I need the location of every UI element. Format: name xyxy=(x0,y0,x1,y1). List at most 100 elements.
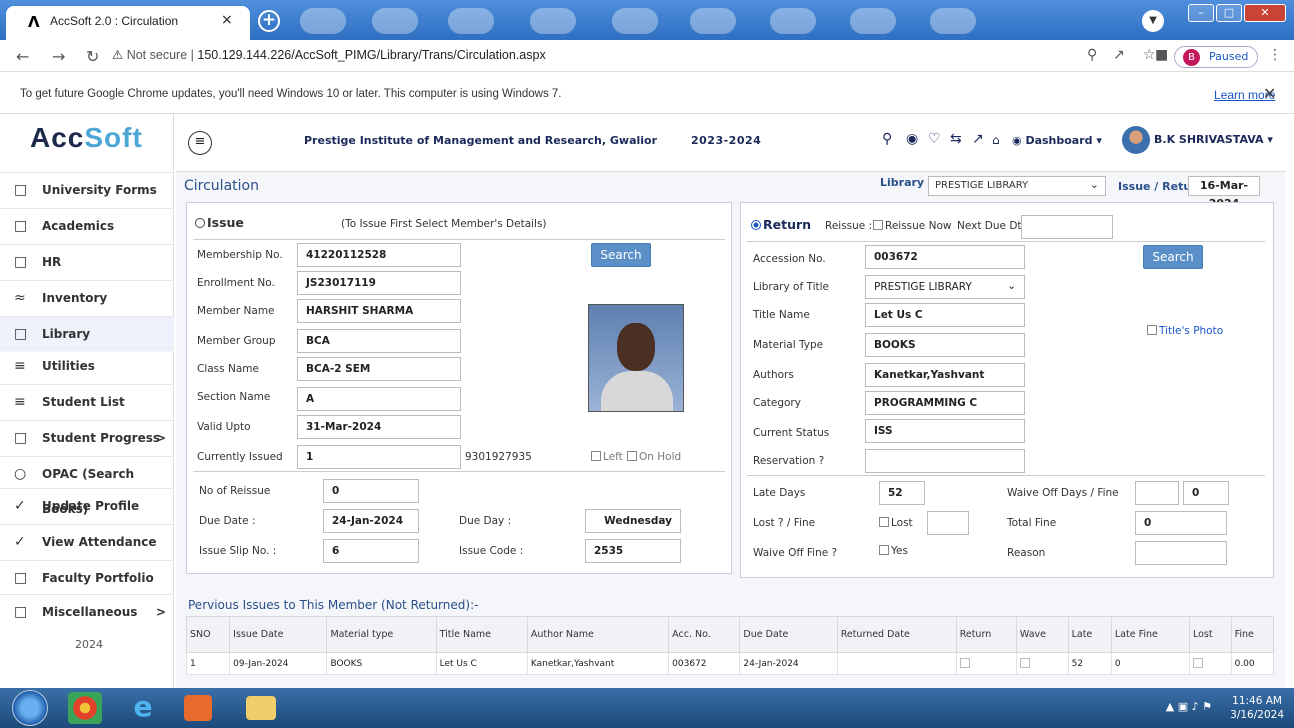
enrollment-no-field[interactable]: JS23017119 xyxy=(297,271,461,295)
title-name-field[interactable]: Let Us C xyxy=(865,303,1025,327)
member-group-field[interactable]: BCA xyxy=(297,329,461,353)
sidebar-item-view-attendance[interactable]: ✓ View Attendance xyxy=(0,524,174,560)
blurred-tab[interactable] xyxy=(372,8,418,34)
outlook-icon[interactable] xyxy=(184,695,212,721)
issue-radio[interactable]: Issue xyxy=(195,215,244,230)
class-name-field[interactable]: BCA-2 SEM xyxy=(297,357,461,381)
new-tab-button[interactable]: + xyxy=(258,10,280,32)
close-tab-icon[interactable]: × xyxy=(221,12,233,28)
minimize-icon[interactable]: – xyxy=(1188,4,1214,22)
issue-code-field[interactable]: 2535 xyxy=(585,539,681,563)
category-field[interactable]: PROGRAMMING C xyxy=(865,391,1025,415)
internet-explorer-icon[interactable]: e xyxy=(126,692,160,724)
blurred-tab[interactable] xyxy=(930,8,976,34)
member-name-field[interactable]: HARSHIT SHARMA xyxy=(297,299,461,323)
back-arrow-icon[interactable]: ← xyxy=(16,47,29,66)
membership-no-field[interactable]: 41220112528 xyxy=(297,243,461,267)
late-days-field[interactable]: 52 xyxy=(879,481,925,505)
sidepanel-icon[interactable]: ■ xyxy=(1155,47,1168,63)
sidebar-item-inventory[interactable]: ≈ Inventory xyxy=(0,280,174,316)
blurred-tab[interactable] xyxy=(300,8,346,34)
zoom-icon[interactable]: ⚲ xyxy=(1087,47,1097,63)
sidebar-item-library[interactable]: □ Library xyxy=(0,316,174,352)
search-icon[interactable]: ⚲ xyxy=(882,131,892,147)
start-button-icon[interactable] xyxy=(12,690,48,726)
close-window-icon[interactable]: ✕ xyxy=(1244,4,1286,22)
maximize-icon[interactable]: □ xyxy=(1216,4,1242,22)
external-link-icon[interactable]: ↗ xyxy=(972,131,984,147)
row-checkbox[interactable] xyxy=(959,657,970,668)
sidebar-item-update-profile[interactable]: ✓ Update Profile xyxy=(0,488,174,524)
lost-fine-field[interactable] xyxy=(927,511,969,535)
reason-field[interactable] xyxy=(1135,541,1227,565)
waive-yes-checkbox[interactable]: Yes xyxy=(879,545,908,557)
total-fine-field[interactable]: 0 xyxy=(1135,511,1227,535)
return-radio[interactable]: Return xyxy=(751,217,811,232)
sidebar-item-student-progress[interactable]: □ Student Progress > xyxy=(0,420,174,456)
valid-upto-field[interactable]: 31-Mar-2024 xyxy=(297,415,461,439)
share-icon[interactable]: ↗ xyxy=(1113,47,1125,63)
sidebar-item-hr[interactable]: □ HR xyxy=(0,244,174,280)
hamburger-menu-icon[interactable]: ≡ xyxy=(188,131,212,155)
support-icon[interactable]: ◉ xyxy=(906,131,918,147)
material-type-field[interactable]: BOOKS xyxy=(865,333,1025,357)
chrome-taskbar-icon[interactable] xyxy=(68,692,102,724)
browser-tab[interactable]: Λ AccSoft 2.0 : Circulation × xyxy=(6,6,250,40)
reload-icon[interactable]: ↻ xyxy=(86,47,99,66)
waive-off-days-field[interactable] xyxy=(1135,481,1179,505)
no-of-reissue-field[interactable]: 0 xyxy=(323,479,419,503)
current-status-field[interactable]: ISS xyxy=(865,419,1025,443)
issue-return-date-field[interactable]: 16-Mar-2024 xyxy=(1188,176,1260,210)
bookmark-star-icon[interactable]: ☆ xyxy=(1143,47,1156,63)
user-menu[interactable]: B.K SHRIVASTAVA ▾ xyxy=(1122,126,1273,154)
tab-search-chevron-icon[interactable]: ▼ xyxy=(1142,10,1164,32)
accession-no-field[interactable]: 003672 xyxy=(865,245,1025,269)
shuffle-icon[interactable]: ⇆ xyxy=(950,131,962,147)
sidebar-item-university-forms[interactable]: □ University Forms xyxy=(0,172,174,208)
left-checkbox[interactable]: Left xyxy=(591,451,623,463)
reservation-field[interactable] xyxy=(865,449,1025,473)
library-of-title-select[interactable]: PRESTIGE LIBRARY ⌄ xyxy=(865,275,1025,299)
valid-upto-label: Valid Upto xyxy=(197,421,251,433)
row-checkbox[interactable] xyxy=(1019,657,1030,668)
blurred-tab[interactable] xyxy=(690,8,736,34)
issue-search-button[interactable]: Search xyxy=(591,243,651,267)
sidebar-item-utilities[interactable]: ≡ Utilities xyxy=(0,348,174,384)
forward-arrow-icon[interactable]: → xyxy=(52,47,65,66)
blurred-tab[interactable] xyxy=(770,8,816,34)
due-day-field[interactable]: Wednesday xyxy=(585,509,681,533)
blurred-tab[interactable] xyxy=(448,8,494,34)
bell-icon[interactable]: ♡ xyxy=(928,131,941,147)
authors-field[interactable]: Kanetkar,Yashvant xyxy=(865,363,1025,387)
issue-slip-field[interactable]: 6 xyxy=(323,539,419,563)
taskbar-clock[interactable]: 11:46 AM 3/16/2024 xyxy=(1230,694,1284,722)
currently-issued-field[interactable]: 1 xyxy=(297,445,461,469)
sidebar-item-student-list[interactable]: ≡ Student List xyxy=(0,384,174,420)
sidebar-item-academics[interactable]: □ Academics xyxy=(0,208,174,244)
library-select[interactable]: PRESTIGE LIBRARY ⌄ xyxy=(928,176,1106,196)
due-date-field[interactable]: 24-Jan-2024 xyxy=(323,509,419,533)
sidebar-item-miscellaneous[interactable]: □ Miscellaneous > xyxy=(0,594,174,630)
kebab-menu-icon[interactable]: ⋮ xyxy=(1268,47,1282,63)
blurred-tab[interactable] xyxy=(612,8,658,34)
section-name-field[interactable]: A xyxy=(297,387,461,411)
blurred-tab[interactable] xyxy=(850,8,896,34)
row-checkbox[interactable] xyxy=(1192,657,1203,668)
accsoft-brand-logo[interactable]: AccSoft xyxy=(30,122,143,154)
url-field[interactable]: ⚠ Not secure | 150.129.144.226/AccSoft_P… xyxy=(112,47,546,62)
home-icon[interactable]: ⌂ xyxy=(992,133,1000,147)
sidebar-item-opac[interactable]: ○ OPAC (Search Books) xyxy=(0,456,174,516)
sidebar-item-faculty-portfolio[interactable]: □ Faculty Portfolio xyxy=(0,560,174,596)
next-due-date-field[interactable] xyxy=(1021,215,1113,239)
lost-checkbox[interactable]: Lost xyxy=(879,517,913,529)
profile-paused-button[interactable]: B Paused xyxy=(1174,46,1258,68)
reissue-now-checkbox[interactable]: Reissue Now xyxy=(873,220,951,232)
blurred-tab[interactable] xyxy=(530,8,576,34)
system-tray-icons[interactable]: ▲ ▣ ♪ ⚑ xyxy=(1166,700,1212,713)
file-explorer-icon[interactable] xyxy=(246,696,276,720)
waive-off-fine-field[interactable]: 0 xyxy=(1183,481,1229,505)
on-hold-checkbox[interactable]: On Hold xyxy=(627,451,681,463)
dashboard-dropdown[interactable]: ◉ Dashboard ▾ xyxy=(1012,134,1102,147)
return-search-button[interactable]: Search xyxy=(1143,245,1203,269)
close-infobar-icon[interactable]: ✕ xyxy=(1263,84,1276,103)
